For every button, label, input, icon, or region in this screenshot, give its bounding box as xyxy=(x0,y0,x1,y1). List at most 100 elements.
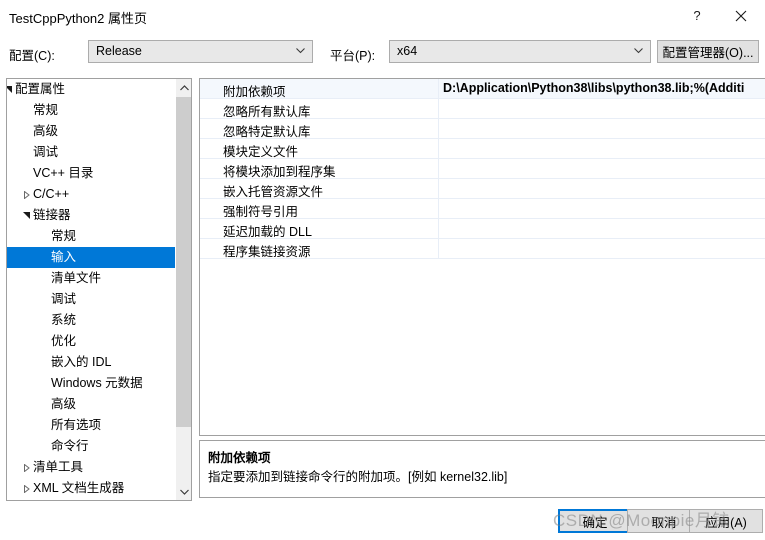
tree-item[interactable]: 命令行 xyxy=(7,436,177,457)
tree-item-label: Windows 元数据 xyxy=(51,376,143,390)
tree-item-label: XML 文档生成器 xyxy=(33,481,125,495)
property-row[interactable]: 忽略所有默认库 xyxy=(200,99,765,119)
configuration-toolbar: 配置(C): Release 平台(P): x64 配置管理器(O)... xyxy=(0,32,765,72)
tree-item[interactable]: 系统 xyxy=(7,310,177,331)
property-tree[interactable]: 配置属性 常规 高级 调试 VC++ 目录 C/C++ 链接器 常规 输入 清单文件 调试 系统 优化嵌… xyxy=(7,79,189,500)
tree-item[interactable]: 链接器 xyxy=(7,205,177,226)
tree-item-label: 命令行 xyxy=(51,439,89,453)
tree-item-label: C/C++ xyxy=(33,187,70,201)
platform-value: x64 xyxy=(397,44,418,58)
property-name: 忽略特定默认库 xyxy=(223,125,311,139)
column-divider xyxy=(438,179,439,199)
column-divider xyxy=(438,159,439,179)
chevron-down-icon xyxy=(296,48,305,54)
tree-item[interactable]: 常规 xyxy=(7,226,177,247)
close-icon xyxy=(735,10,747,22)
expander-closed-icon[interactable] xyxy=(19,478,35,499)
tree-item[interactable]: XML 文档生成器 xyxy=(7,478,177,499)
tree-item[interactable]: 优化 xyxy=(7,331,177,352)
platform-label: 平台(P): xyxy=(330,49,376,63)
tree-item-label: 清单工具 xyxy=(33,460,84,474)
tree-item-label: 系统 xyxy=(51,313,77,327)
tree-item-label: VC++ 目录 xyxy=(33,166,94,180)
tree-item-label: 配置属性 xyxy=(15,82,66,96)
property-name: 将模块添加到程序集 xyxy=(223,165,336,179)
property-value[interactable]: D:\Application\Python38\libs\python38.li… xyxy=(443,81,763,95)
configuration-dropdown[interactable]: Release xyxy=(88,40,313,63)
question-mark-icon: ? xyxy=(693,8,701,23)
tree-item[interactable]: 所有选项 xyxy=(7,415,177,436)
expander-closed-icon[interactable] xyxy=(19,184,35,205)
property-row[interactable]: 模块定义文件 xyxy=(200,139,765,159)
tree-item-label: 输入 xyxy=(51,250,77,264)
tree-item[interactable]: 高级 xyxy=(7,394,177,415)
tree-item[interactable]: 浏览信息 xyxy=(7,499,177,500)
column-divider xyxy=(438,99,439,119)
tree-item[interactable]: 调试 xyxy=(7,142,177,163)
configuration-manager-button[interactable]: 配置管理器(O)... xyxy=(657,40,759,63)
configuration-label: 配置(C): xyxy=(9,49,55,63)
property-name: 嵌入托管资源文件 xyxy=(223,185,324,199)
tree-item[interactable]: 输入 xyxy=(7,247,189,268)
property-name: 程序集链接资源 xyxy=(223,245,311,259)
apply-button[interactable]: 应用(A) xyxy=(689,509,763,533)
window-title: TestCppPython2 属性页 xyxy=(9,11,148,26)
tree-item[interactable]: 嵌入的 IDL xyxy=(7,352,177,373)
column-divider xyxy=(438,119,439,139)
tree-item-label: 调试 xyxy=(51,292,77,306)
tree-item[interactable]: VC++ 目录 xyxy=(7,163,177,184)
tree-item[interactable]: 清单文件 xyxy=(7,268,177,289)
scroll-down-icon[interactable] xyxy=(176,483,191,500)
column-divider xyxy=(438,199,439,219)
tree-item[interactable]: 配置属性 xyxy=(7,79,177,100)
property-grid[interactable]: 附加依赖项 D:\Application\Python38\libs\python… xyxy=(199,78,765,436)
tree-item-label: 常规 xyxy=(33,103,59,117)
tree-item[interactable]: 常规 xyxy=(7,100,177,121)
column-divider xyxy=(438,219,439,239)
expander-closed-icon[interactable] xyxy=(19,457,35,478)
description-title: 附加依赖项 xyxy=(208,451,271,465)
tree-item-label: 调试 xyxy=(33,145,59,159)
property-row[interactable]: 忽略特定默认库 xyxy=(200,119,765,139)
tree-item[interactable]: 高级 xyxy=(7,121,177,142)
tree-item-label: 高级 xyxy=(51,397,77,411)
tree-item-label: 常规 xyxy=(51,229,77,243)
tree-item-label: 链接器 xyxy=(33,208,71,222)
expander-open-icon[interactable] xyxy=(19,205,35,226)
property-row[interactable]: 强制符号引用 xyxy=(200,199,765,219)
property-name: 延迟加载的 DLL xyxy=(223,225,312,239)
scroll-up-icon[interactable] xyxy=(176,79,191,96)
expander-open-icon[interactable] xyxy=(7,79,17,100)
tree-scrollbar-thumb[interactable] xyxy=(176,97,191,427)
description-pane: 附加依赖项 指定要添加到链接命令行的附加项。[例如 kernel32.lib] xyxy=(199,440,765,498)
expander-closed-icon[interactable] xyxy=(19,499,35,500)
tree-scrollbar[interactable] xyxy=(175,79,191,500)
platform-dropdown[interactable]: x64 xyxy=(389,40,651,63)
property-name: 强制符号引用 xyxy=(223,205,299,219)
tree-item[interactable]: 调试 xyxy=(7,289,177,310)
property-tree-panel: 配置属性 常规 高级 调试 VC++ 目录 C/C++ 链接器 常规 输入 清单文件 调试 系统 优化嵌… xyxy=(6,78,192,501)
tree-item[interactable]: C/C++ xyxy=(7,184,177,205)
tree-item[interactable]: Windows 元数据 xyxy=(7,373,177,394)
property-row[interactable]: 将模块添加到程序集 xyxy=(200,159,765,179)
tree-item-label: 所有选项 xyxy=(51,418,102,432)
property-row[interactable]: 嵌入托管资源文件 xyxy=(200,179,765,199)
tree-item-label: 优化 xyxy=(51,334,77,348)
help-button[interactable]: ? xyxy=(675,0,719,31)
close-button[interactable] xyxy=(719,0,763,31)
tree-item-label: 浏览信息 xyxy=(33,499,83,500)
tree-item-label: 高级 xyxy=(33,124,59,138)
property-row[interactable]: 程序集链接资源 xyxy=(200,239,765,259)
property-name: 模块定义文件 xyxy=(223,145,299,159)
property-row[interactable]: 延迟加载的 DLL xyxy=(200,219,765,239)
chevron-down-icon xyxy=(634,48,643,54)
property-name: 附加依赖项 xyxy=(223,85,286,99)
column-divider xyxy=(438,239,439,259)
tree-item[interactable]: 清单工具 xyxy=(7,457,177,478)
tree-item-label: 清单文件 xyxy=(51,271,102,285)
property-row[interactable]: 附加依赖项 D:\Application\Python38\libs\python… xyxy=(200,79,765,99)
column-divider xyxy=(438,79,439,99)
description-text: 指定要添加到链接命令行的附加项。[例如 kernel32.lib] xyxy=(208,470,508,484)
property-name: 忽略所有默认库 xyxy=(223,105,311,119)
ok-button[interactable]: 确定 xyxy=(558,509,632,533)
